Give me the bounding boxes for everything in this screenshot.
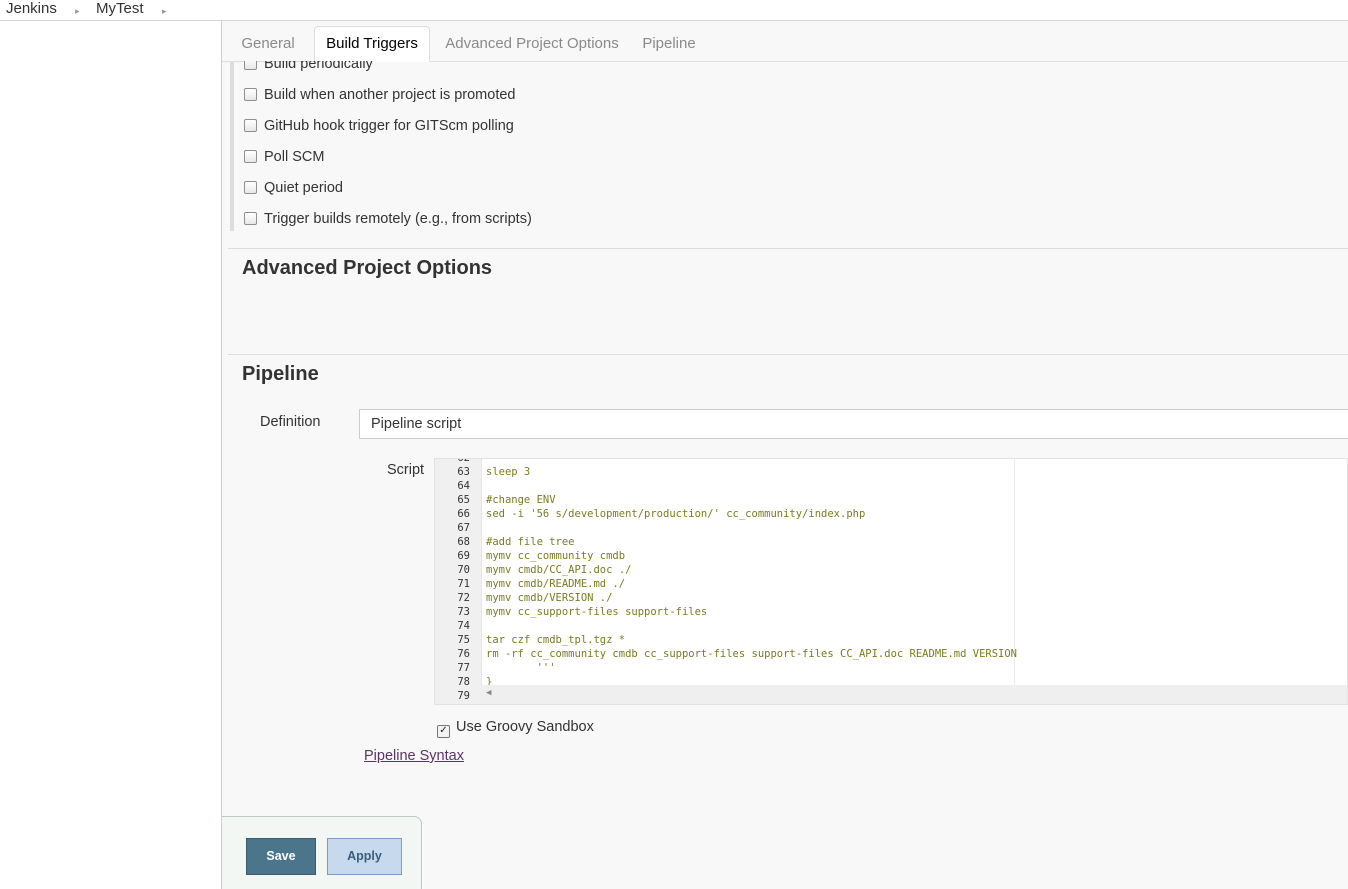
apply-button[interactable]: Apply — [327, 838, 402, 875]
trigger-label: Build periodically — [264, 61, 373, 72]
line-number: 78 — [457, 676, 470, 688]
bottom-button-bar: Save Apply — [222, 816, 422, 889]
tab-build-triggers[interactable]: Build Triggers — [314, 26, 430, 62]
line-number: 66 — [457, 508, 470, 520]
pipeline-syntax-link[interactable]: Pipeline Syntax — [364, 748, 464, 764]
code-line: rm -rf cc_community cmdb cc_support-file… — [486, 648, 1018, 660]
advanced-options-title: Advanced Project Options — [242, 257, 493, 279]
breadcrumb-mytest[interactable]: MyTest — [96, 0, 144, 18]
section-divider — [228, 248, 1348, 249]
line-number: 75 — [457, 634, 470, 646]
line-number: 64 — [457, 480, 470, 492]
breadcrumb: Jenkins ▸ MyTest ▸ — [0, 0, 1348, 21]
checkbox[interactable] — [244, 119, 257, 132]
code-line: sed -i '56 s/development/production/' cc… — [486, 508, 866, 520]
definition-label: Definition — [260, 414, 321, 430]
checkbox[interactable] — [244, 88, 257, 101]
code-line: sleep 3 — [486, 466, 531, 478]
tab-pipeline[interactable]: Pipeline — [636, 27, 702, 60]
line-number: 74 — [457, 620, 470, 632]
checkbox[interactable] — [244, 61, 257, 70]
code-line: #change ENV — [486, 494, 556, 506]
groovy-sandbox-label: Use Groovy Sandbox — [456, 719, 594, 735]
line-number: 68 — [457, 536, 470, 548]
line-number: 63 — [457, 466, 470, 478]
code-line: mymv cmdb/CC_API.doc ./ — [486, 564, 632, 576]
save-button[interactable]: Save — [246, 838, 316, 875]
line-number: 65 — [457, 494, 470, 506]
code-line: tar czf cmdb_tpl.tgz * — [486, 634, 626, 646]
pipeline-title: Pipeline — [242, 363, 319, 385]
groovy-sandbox-checkbox[interactable]: ✓ — [437, 725, 450, 738]
tab-advanced-project-options[interactable]: Advanced Project Options — [442, 27, 622, 60]
tab-bar: General Build Triggers Advanced Project … — [222, 21, 1348, 62]
trigger-label: Build when another project is promoted — [264, 87, 516, 103]
breadcrumb-jenkins[interactable]: Jenkins — [6, 0, 57, 18]
line-number: 67 — [457, 522, 470, 534]
line-number: 70 — [457, 564, 470, 576]
build-triggers-section: Build periodically Build when another pr… — [230, 61, 1348, 231]
code-line: mymv cc_community cmdb — [486, 550, 626, 562]
code-line: mymv cmdb/README.md ./ — [486, 578, 626, 590]
config-main: General Build Triggers Advanced Project … — [222, 21, 1348, 889]
trigger-label: GitHub hook trigger for GITScm polling — [264, 118, 514, 134]
horizontal-scrollbar[interactable]: ◀ — [481, 685, 1347, 704]
definition-select[interactable]: Pipeline script — [359, 409, 1348, 439]
line-number: 62 — [457, 458, 470, 464]
section-divider — [228, 354, 1348, 355]
code-line: #add file tree — [486, 536, 575, 548]
scroll-left-icon[interactable]: ◀ — [486, 688, 491, 698]
line-number: 79 — [457, 690, 470, 702]
checkbox[interactable] — [244, 150, 257, 163]
tab-general[interactable]: General — [232, 27, 304, 60]
line-number: 73 — [457, 606, 470, 618]
side-panel — [0, 21, 222, 889]
script-label: Script — [387, 462, 425, 478]
line-number: 72 — [457, 592, 470, 604]
line-number: 69 — [457, 550, 470, 562]
script-editor[interactable]: 62 63 sleep 3 64 65 #change ENV 66 sed -i '56 s… — [434, 458, 1348, 705]
line-number: 71 — [457, 578, 470, 590]
line-number: 76 — [457, 648, 470, 660]
code-line: mymv cc_support-files support-files — [486, 606, 708, 618]
line-number: 77 — [457, 662, 470, 674]
trigger-label: Quiet period — [264, 180, 343, 196]
trigger-label: Trigger builds remotely (e.g., from scri… — [264, 211, 532, 227]
section-indent-bar — [230, 61, 234, 231]
code-line: ''' — [486, 662, 556, 674]
code-line: mymv cmdb/VERSION ./ — [486, 592, 613, 604]
breadcrumb-arrow-icon[interactable]: ▸ — [162, 2, 167, 20]
trigger-label: Poll SCM — [264, 149, 325, 165]
checkbox[interactable] — [244, 181, 257, 194]
checkbox[interactable] — [244, 212, 257, 225]
breadcrumb-arrow-icon[interactable]: ▸ — [75, 2, 80, 20]
